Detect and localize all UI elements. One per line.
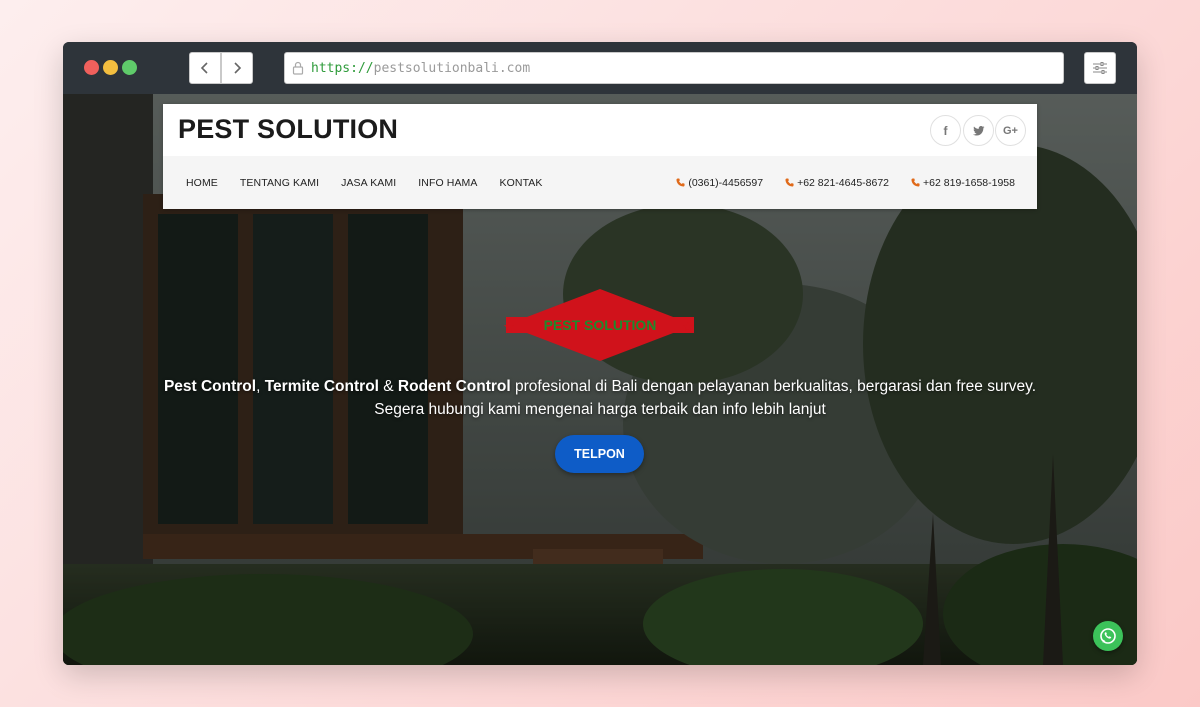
url-scheme: https:// [311,60,374,76]
tagline-separator: & [378,378,398,395]
phone-icon [911,178,920,187]
nav-jasa-kami[interactable]: JASA KAMI [341,177,396,189]
page-viewport: PEST SOLUTION f G+ HOME TENTANG KAMI JAS… [63,94,1137,665]
nav-info-hama[interactable]: INFO HAMA [418,177,477,189]
browser-titlebar: https://pestsolutionbali.com [63,42,1137,94]
phone-list: (0361)-4456597 +62 821-4645-8672 +62 819… [654,156,1015,209]
forward-button[interactable] [221,52,253,84]
main-nav: HOME TENTANG KAMI JASA KAMI INFO HAMA KO… [163,156,1037,209]
whatsapp-icon [1100,628,1116,644]
back-button[interactable] [189,52,221,84]
tagline-rodent-control: Rodent Control [397,378,511,395]
browser-settings-button[interactable] [1084,52,1116,84]
phone-number: +62 821-4645-8672 [797,176,890,189]
phone-link-3[interactable]: +62 819-1658-1958 [911,177,1015,189]
phone-number: (0361)-4456597 [688,176,764,189]
tagline-separator: , [256,378,265,395]
nav-tentang-kami[interactable]: TENTANG KAMI [240,177,319,189]
close-window-button[interactable] [84,60,99,75]
whatsapp-button[interactable] [1093,621,1123,651]
chevron-right-icon [234,62,242,74]
telpon-button[interactable]: TELPON [555,435,644,473]
address-bar[interactable]: https://pestsolutionbali.com [284,52,1064,84]
nav-home[interactable]: HOME [186,177,218,189]
browser-window: https://pestsolutionbali.com PEST SOLUTI… [63,42,1137,665]
google-plus-icon[interactable]: G+ [995,115,1026,146]
url-host: pestsolutionbali.com [373,60,531,76]
logo-text: PEST SOLUTION [544,317,657,333]
facebook-icon[interactable]: f [930,115,961,146]
phone-link-1[interactable]: (0361)-4456597 [676,177,763,189]
maximize-window-button[interactable] [122,60,137,75]
hero-tagline: Pest Control, Termite Control & Rodent C… [163,375,1037,421]
site-header: PEST SOLUTION f G+ HOME TENTANG KAMI JAS… [163,104,1037,209]
tagline-termite-control: Termite Control [264,378,379,395]
phone-number: +62 819-1658-1958 [923,176,1015,189]
lock-icon [292,61,304,75]
sliders-icon [1093,62,1107,74]
svg-text:★: ★ [503,320,515,335]
phone-icon [676,178,685,187]
site-brand[interactable]: PEST SOLUTION [178,114,398,145]
chevron-left-icon [200,62,208,74]
pest-solution-logo: PEST SOLUTION ★ ★ [503,289,694,361]
svg-text:★: ★ [682,320,694,335]
phone-icon [785,178,794,187]
nav-kontak[interactable]: KONTAK [500,177,543,189]
tagline-pest-control: Pest Control [163,378,257,395]
phone-link-2[interactable]: +62 821-4645-8672 [785,177,889,189]
minimize-window-button[interactable] [103,60,118,75]
twitter-icon[interactable] [963,115,994,146]
